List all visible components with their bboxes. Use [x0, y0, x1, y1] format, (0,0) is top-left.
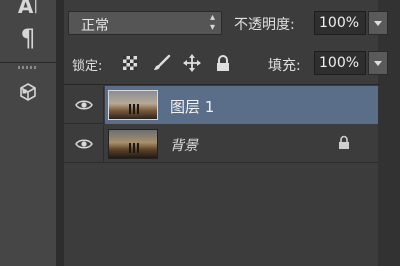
- opacity-label: 不透明度:: [234, 17, 295, 33]
- divider: [0, 62, 56, 63]
- layer-name[interactable]: 图层 1: [170, 96, 214, 117]
- eye-icon: [74, 100, 93, 110]
- eye-icon: [74, 139, 93, 149]
- layer-row-background[interactable]: 背景: [64, 125, 378, 163]
- opacity-dropdown-button[interactable]: [368, 11, 388, 35]
- padlock-icon: [338, 135, 350, 154]
- fill-input[interactable]: 100%: [314, 51, 366, 75]
- updown-arrows-icon: ▴ ▾: [209, 12, 215, 33]
- 3d-cube-icon[interactable]: [14, 78, 42, 106]
- move-lock-icon[interactable]: [182, 53, 202, 73]
- brush-lock-icon[interactable]: [152, 53, 172, 73]
- layer-row-layer-1[interactable]: 图层 1: [64, 86, 378, 124]
- visibility-toggle[interactable]: [64, 125, 104, 163]
- opacity-input[interactable]: 100%: [314, 11, 366, 35]
- padlock-icon[interactable]: [213, 53, 233, 73]
- character-panel-icon[interactable]: A |: [14, 0, 42, 20]
- blend-mode-select[interactable]: 正常 ▴ ▾: [68, 11, 222, 35]
- scroll-gutter: [378, 0, 400, 266]
- chevron-down-icon: [374, 61, 382, 66]
- layer-thumbnail: [108, 90, 158, 120]
- transparency-lock-icon[interactable]: [120, 53, 140, 73]
- fill-label: 填充:: [268, 58, 301, 74]
- divider: [64, 84, 380, 85]
- layer-name[interactable]: 背景: [170, 135, 198, 155]
- chevron-down-icon: [374, 21, 382, 26]
- layer-thumbnail: [108, 129, 158, 159]
- panel-gap: [56, 0, 64, 266]
- panel-grip[interactable]: [18, 66, 38, 69]
- tool-strip: A | ¶: [0, 0, 56, 266]
- paragraph-icon[interactable]: ¶: [14, 24, 42, 52]
- blend-mode-value: 正常: [81, 18, 109, 34]
- lock-label: 锁定:: [72, 59, 103, 74]
- fill-dropdown-button[interactable]: [368, 51, 388, 75]
- visibility-toggle[interactable]: [64, 86, 104, 124]
